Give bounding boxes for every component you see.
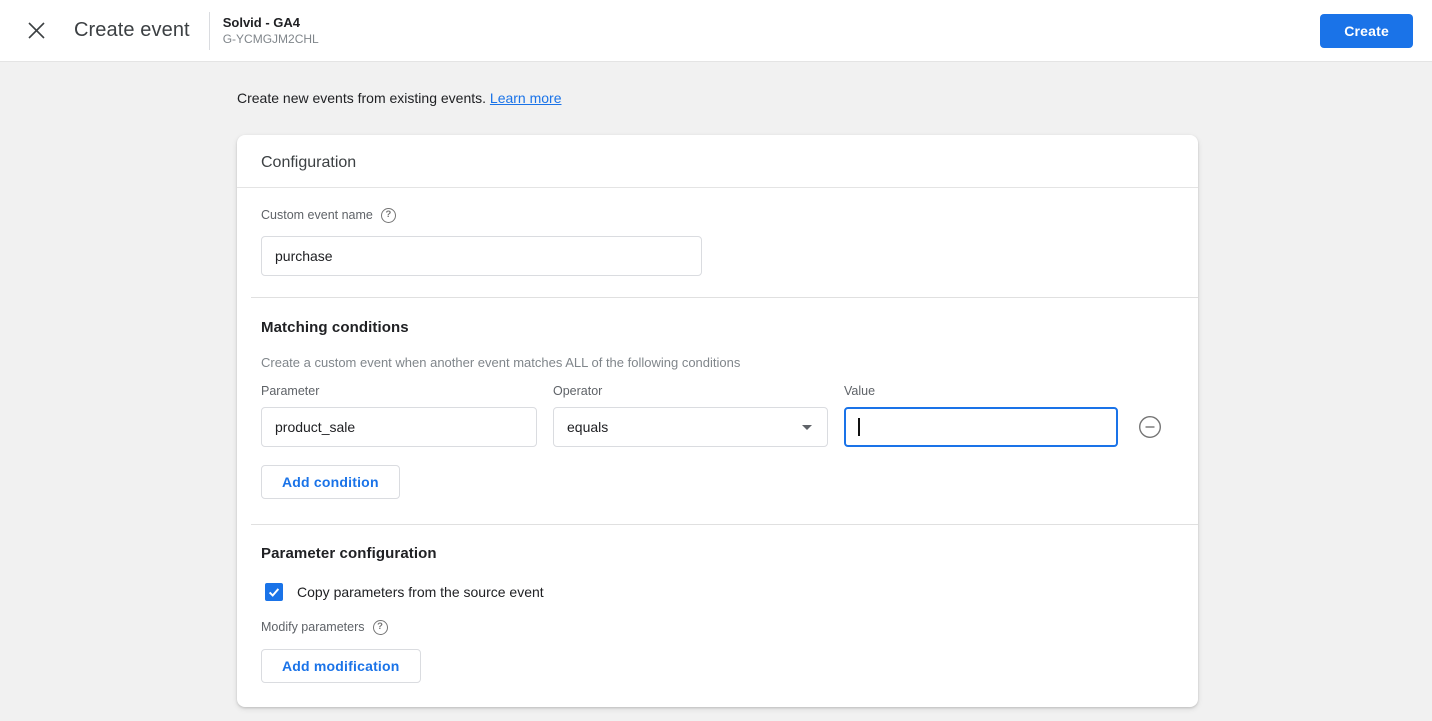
- condition-row: product_sale equals: [261, 407, 1174, 447]
- operator-selected-value: equals: [567, 419, 609, 435]
- learn-more-link[interactable]: Learn more: [490, 90, 562, 106]
- app-bar: Create event Solvid - GA4 G-YCMGJM2CHL C…: [0, 0, 1432, 62]
- configuration-card: Configuration Custom event name purchase…: [237, 135, 1198, 707]
- operator-column-label: Operator: [553, 384, 603, 398]
- intro-text: Create new events from existing events. …: [237, 62, 1432, 106]
- modify-parameters-row: Modify parameters: [261, 618, 1174, 636]
- parameter-column-label: Parameter: [261, 384, 320, 398]
- add-modification-button[interactable]: Add modification: [261, 649, 421, 683]
- remove-condition-button[interactable]: [1138, 415, 1162, 439]
- main-content: Create new events from existing events. …: [0, 62, 1432, 707]
- chevron-down-icon: [802, 424, 812, 430]
- minus-circle-icon: [1138, 415, 1162, 439]
- parameter-input[interactable]: product_sale: [261, 407, 537, 447]
- property-name: Solvid - GA4: [222, 15, 301, 30]
- parameter-configuration-section: Parameter configuration Copy parameters …: [237, 525, 1198, 707]
- text-cursor: [858, 418, 860, 436]
- app-bar-divider: [208, 11, 210, 50]
- custom-event-name-label: Custom event name: [261, 208, 373, 222]
- help-icon[interactable]: [380, 207, 396, 223]
- operator-select[interactable]: equals: [553, 407, 828, 447]
- copy-parameters-row: Copy parameters from the source event: [261, 583, 1174, 601]
- custom-event-section: Custom event name purchase: [237, 188, 1198, 297]
- card-title: Configuration: [237, 135, 1198, 188]
- modify-parameters-label: Modify parameters: [261, 620, 365, 634]
- help-icon[interactable]: [372, 619, 388, 635]
- matching-conditions-description: Create a custom event when another event…: [261, 355, 741, 370]
- condition-column-labels: Parameter Operator Value: [261, 384, 1174, 398]
- property-info: Solvid - GA4 G-YCMGJM2CHL: [223, 16, 319, 45]
- property-id: G-YCMGJM2CHL: [222, 32, 319, 46]
- close-button[interactable]: [24, 19, 48, 43]
- copy-parameters-checkbox[interactable]: [265, 583, 283, 601]
- intro-text-body: Create new events from existing events.: [237, 90, 490, 106]
- create-button[interactable]: Create: [1320, 13, 1413, 48]
- close-icon: [27, 21, 46, 40]
- checkmark-icon: [268, 588, 280, 597]
- add-condition-button[interactable]: Add condition: [261, 465, 400, 499]
- custom-event-name-input[interactable]: purchase: [261, 236, 702, 276]
- page-title: Create event: [74, 19, 190, 41]
- copy-parameters-label: Copy parameters from the source event: [297, 584, 544, 600]
- custom-event-name-label-row: Custom event name: [261, 207, 396, 223]
- value-column-label: Value: [844, 384, 876, 398]
- value-input[interactable]: [844, 407, 1118, 447]
- parameter-configuration-title: Parameter configuration: [261, 545, 437, 562]
- matching-conditions-title: Matching conditions: [261, 319, 409, 336]
- matching-conditions-section: Matching conditions Create a custom even…: [237, 298, 1198, 524]
- modify-parameters-label-row: Modify parameters: [261, 619, 388, 635]
